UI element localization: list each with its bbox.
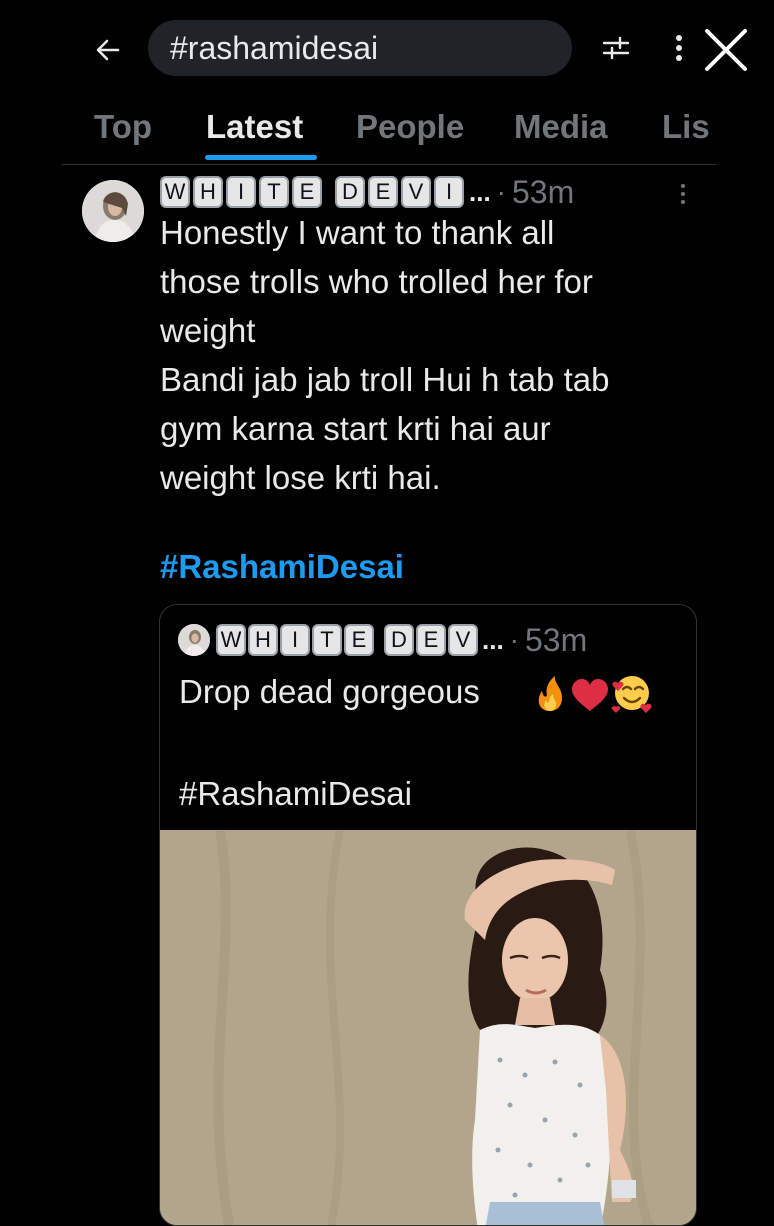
- name-letter: D: [335, 176, 365, 208]
- name-letter: W: [160, 176, 190, 208]
- arrow-left-icon: [96, 39, 120, 61]
- name-letter: T: [312, 624, 342, 656]
- name-letter: H: [248, 624, 278, 656]
- tweet-line: gym karna start krti hai aur: [160, 410, 551, 447]
- emoji-group: [538, 676, 652, 713]
- name-letter: V: [448, 624, 478, 656]
- avatar[interactable]: [82, 180, 144, 242]
- name-letter: V: [401, 176, 431, 208]
- name-letter: I: [226, 176, 256, 208]
- name-letter: H: [193, 176, 223, 208]
- sliders-icon: [602, 36, 630, 60]
- quote-text: Drop dead gorgeous: [179, 673, 480, 710]
- quote-timestamp: 53m: [525, 621, 588, 658]
- quote-media-image[interactable]: [160, 830, 696, 1226]
- name-letter: E: [416, 624, 446, 656]
- separator: ·: [509, 624, 519, 655]
- name-letter: I: [280, 624, 310, 656]
- close-icon: [705, 29, 747, 71]
- back-button[interactable]: [88, 30, 128, 70]
- fire-emoji: [538, 676, 562, 711]
- tab-lists[interactable]: Lis: [662, 108, 710, 146]
- search-input[interactable]: #rashamidesai: [148, 20, 572, 76]
- author-name[interactable]: W H I T E D E V I ... · 53m: [160, 172, 574, 212]
- vertical-dots-icon: [676, 35, 682, 61]
- tweet-line: weight lose krti hai.: [160, 459, 441, 496]
- tab-top[interactable]: Top: [94, 108, 152, 146]
- name-ellipsis: ...: [469, 176, 491, 207]
- tab-media[interactable]: Media: [514, 108, 608, 146]
- search-query: #rashamidesai: [170, 29, 379, 66]
- tweet-text: Honestly I want to thank all those troll…: [160, 208, 720, 502]
- smiling-face-with-hearts-emoji: [611, 676, 652, 713]
- tweet-more-button[interactable]: [668, 176, 698, 212]
- search-tabs: Top Latest People Media Lis: [62, 100, 716, 165]
- red-heart-emoji: [572, 679, 608, 711]
- more-options-button[interactable]: [664, 28, 694, 68]
- name-letter: E: [368, 176, 398, 208]
- name-letter: I: [434, 176, 464, 208]
- tweet-line: Honestly I want to thank all: [160, 214, 555, 251]
- close-button[interactable]: [700, 24, 752, 76]
- tab-latest[interactable]: Latest: [206, 108, 303, 146]
- quote-author-name: W H I T E D E V ... · 53m: [216, 621, 587, 659]
- name-letter: T: [259, 176, 289, 208]
- quote-avatar: [178, 624, 210, 656]
- quote-hashtag: #RashamiDesai: [179, 775, 412, 812]
- active-tab-indicator: [205, 155, 317, 160]
- quoted-tweet[interactable]: W H I T E D E V ... · 53m Drop dead gorg…: [159, 604, 697, 1226]
- tweet-line: those trolls who trolled her for: [160, 263, 593, 300]
- vertical-dots-icon: [681, 184, 685, 204]
- filter-button[interactable]: [596, 28, 636, 68]
- name-letter: E: [292, 176, 322, 208]
- name-letter: D: [384, 624, 414, 656]
- tweet-line: Bandi jab jab troll Hui h tab tab: [160, 361, 610, 398]
- tab-people[interactable]: People: [356, 108, 464, 146]
- name-ellipsis: ...: [482, 624, 504, 655]
- separator: ·: [496, 176, 506, 207]
- timestamp[interactable]: 53m: [512, 174, 574, 211]
- hashtag-link[interactable]: #RashamiDesai: [160, 548, 404, 586]
- tweet-line: weight: [160, 312, 256, 349]
- name-letter: W: [216, 624, 246, 656]
- name-letter: E: [344, 624, 374, 656]
